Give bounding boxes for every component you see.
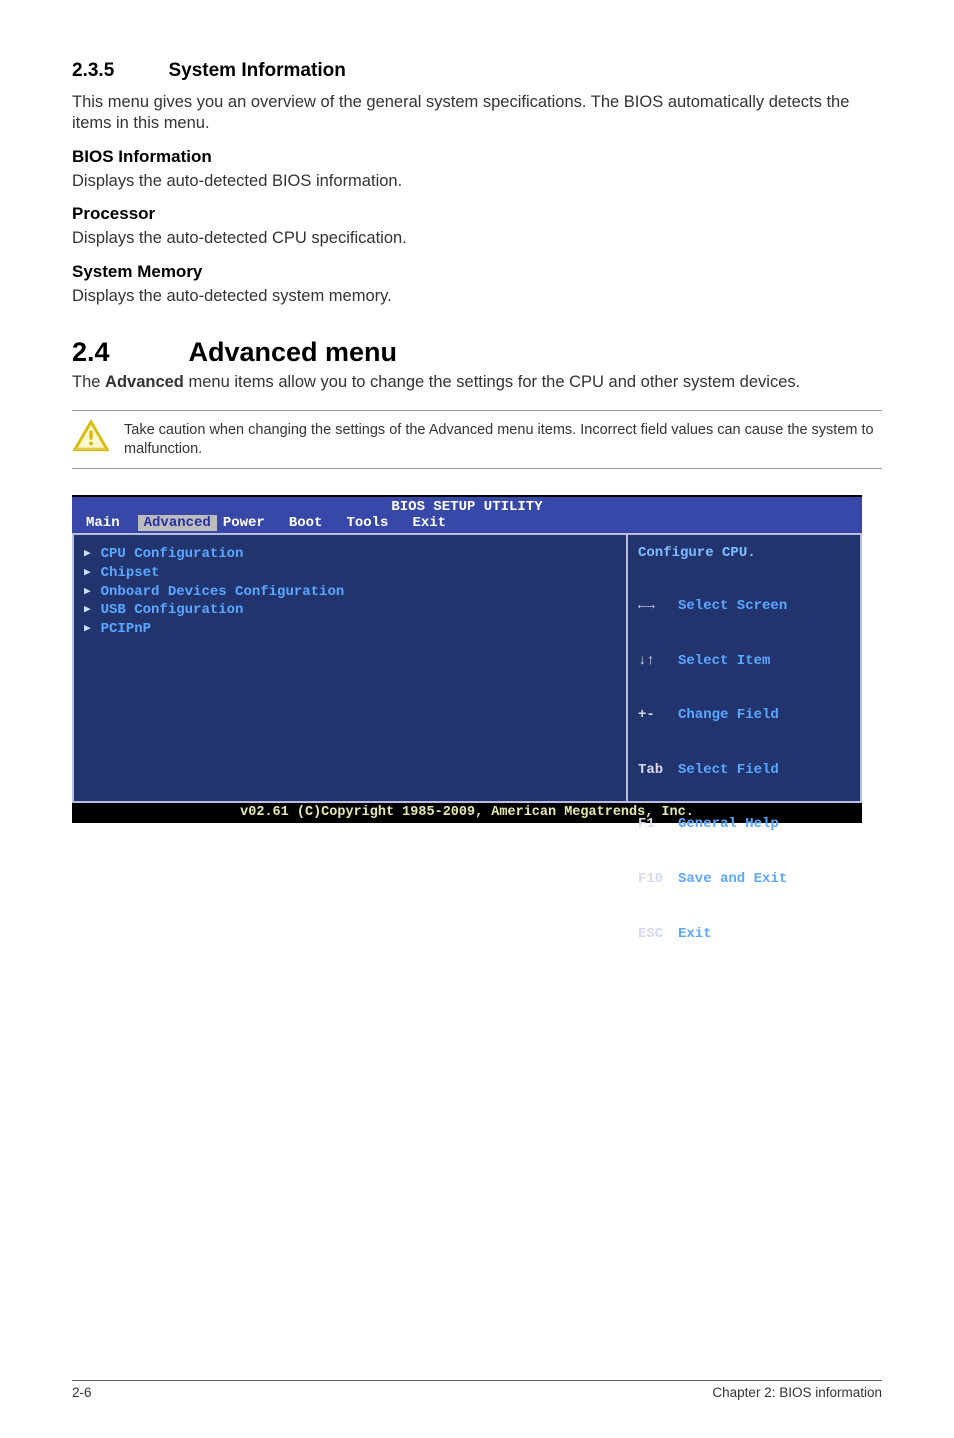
text: The <box>72 373 105 391</box>
subheading-processor: Processor <box>72 204 882 224</box>
bios-left-pane: ▶ CPU Configuration ▶ Chipset ▶ Onboard Dev… <box>72 533 626 803</box>
triangle-icon: ▶ <box>84 566 91 581</box>
triangle-icon: ▶ <box>84 603 91 618</box>
key: F10 <box>638 870 678 888</box>
caution-note: Take caution when changing the settings … <box>72 410 882 469</box>
section-number: 2.3.5 <box>72 60 164 82</box>
bios-right-pane: Configure CPU. ←→Select Screen ↓↑Select … <box>626 533 862 803</box>
triangle-icon: ▶ <box>84 547 91 562</box>
key-label: Change Field <box>678 707 779 723</box>
paragraph: Displays the auto-detected BIOS informat… <box>72 171 882 192</box>
bios-screenshot: BIOS SETUP UTILITY Main Advanced Power B… <box>72 495 862 823</box>
key: Tab <box>638 761 678 779</box>
caution-text: Take caution when changing the settings … <box>114 419 882 460</box>
key-label: Select Screen <box>678 598 787 614</box>
bios-menu-item[interactable]: ▶ Chipset <box>84 564 616 583</box>
section-intro: The Advanced menu items allow you to cha… <box>72 372 882 393</box>
key: ↓↑ <box>638 652 678 670</box>
chapter-label: Chapter 2: BIOS information <box>712 1385 882 1400</box>
bios-menu-item[interactable]: ▶ USB Configuration <box>84 601 616 620</box>
bios-tab-boot[interactable]: Boot <box>283 515 341 531</box>
paragraph: Displays the auto-detected CPU specifica… <box>72 228 882 249</box>
caution-icon <box>72 419 114 458</box>
section-title: System Information <box>168 60 345 81</box>
section-title: Advanced menu <box>188 337 397 367</box>
triangle-icon: ▶ <box>84 585 91 600</box>
bios-tab-advanced[interactable]: Advanced <box>138 515 217 531</box>
page-number: 2-6 <box>72 1385 92 1400</box>
bios-menu-label: USB Configuration <box>101 601 244 620</box>
key-label: Select Field <box>678 762 779 778</box>
section-intro: This menu gives you an overview of the g… <box>72 92 882 135</box>
bios-menu-item[interactable]: ▶ CPU Configuration <box>84 545 616 564</box>
triangle-icon: ▶ <box>84 622 91 637</box>
bios-menu-label: Chipset <box>101 564 160 583</box>
page-footer: 2-6 Chapter 2: BIOS information <box>72 1380 882 1400</box>
bios-menu-label: Onboard Devices Configuration <box>101 583 345 602</box>
section-number: 2.4 <box>72 337 184 368</box>
text-bold: Advanced <box>105 373 184 391</box>
bios-tab-main[interactable]: Main <box>80 515 138 531</box>
bios-tab-exit[interactable]: Exit <box>406 515 464 531</box>
bios-menu-label: PCIPnP <box>101 620 151 639</box>
key: ESC <box>638 925 678 943</box>
bios-menu-item[interactable]: ▶ PCIPnP <box>84 620 616 639</box>
key-label: Select Item <box>678 653 770 669</box>
subheading-system-memory: System Memory <box>72 262 882 282</box>
key-label: Exit <box>678 926 712 942</box>
subheading-bios-info: BIOS Information <box>72 147 882 167</box>
bios-title: BIOS SETUP UTILITY <box>72 497 862 515</box>
bios-key-legend: ←→Select Screen ↓↑Select Item +-Change F… <box>638 561 850 979</box>
bios-menu-item[interactable]: ▶ Onboard Devices Configuration <box>84 583 616 602</box>
bios-tabs: Main Advanced Power Boot Tools Exit <box>72 515 862 533</box>
key: +- <box>638 706 678 724</box>
bios-menu-label: CPU Configuration <box>101 545 244 564</box>
bios-help-text: Configure CPU. <box>638 545 850 561</box>
text: menu items allow you to change the setti… <box>184 373 800 391</box>
key-label: Save and Exit <box>678 871 787 887</box>
key: ←→ <box>638 597 678 615</box>
bios-tab-power[interactable]: Power <box>217 515 283 531</box>
paragraph: Displays the auto-detected system memory… <box>72 286 882 307</box>
bios-tab-tools[interactable]: Tools <box>340 515 406 531</box>
